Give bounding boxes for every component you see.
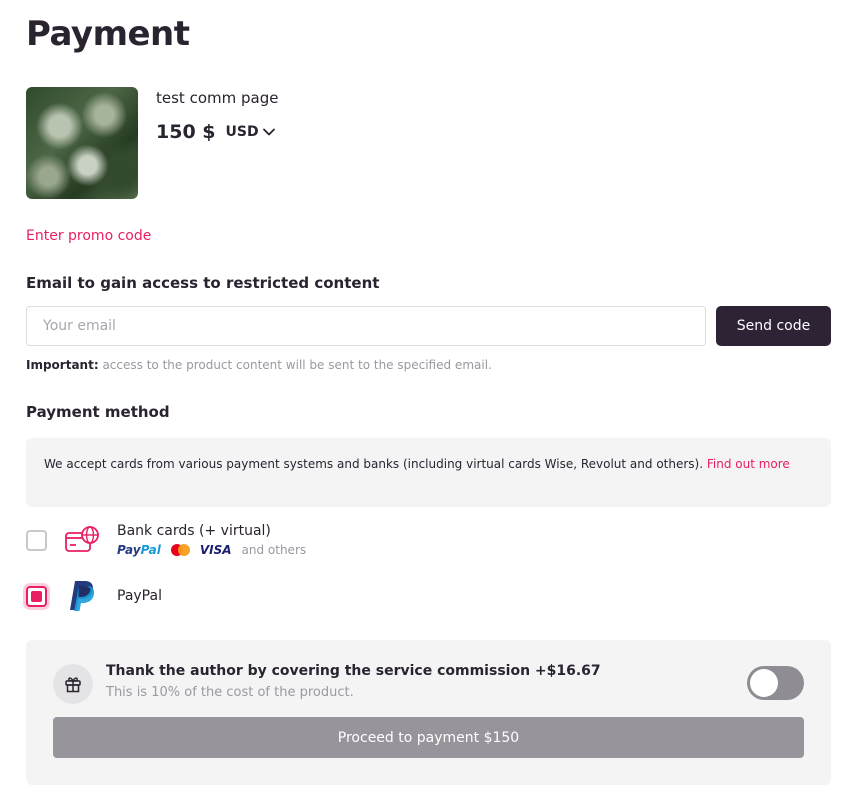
commission-panel: Thank the author by covering the service…	[26, 640, 831, 785]
bank-cards-checkbox[interactable]	[26, 529, 47, 551]
paypal-logo-pal: Pal	[140, 543, 161, 557]
page-title: Payment	[26, 14, 190, 54]
gift-icon	[53, 664, 93, 704]
method-bank-cards[interactable]: Bank cards (+ virtual) PayPal VISA and o…	[26, 522, 306, 558]
proceed-to-payment-button[interactable]: Proceed to payment $150	[53, 717, 804, 758]
paypal-icon	[64, 578, 100, 614]
visa-brand-logo: VISA	[199, 543, 232, 557]
payment-info-box: We accept cards from various payment sys…	[26, 438, 831, 507]
product-price: 150 $	[156, 121, 216, 143]
paypal-text: PayPal	[117, 588, 162, 604]
paypal-brand-logo: PayPal	[117, 543, 161, 557]
price-row: 150 $ USD	[156, 121, 278, 143]
currency-select[interactable]: USD	[226, 124, 275, 140]
toggle-knob	[750, 669, 778, 697]
note-text: access to the product content will be se…	[98, 358, 492, 372]
commission-toggle[interactable]	[747, 666, 804, 700]
email-input[interactable]	[26, 306, 706, 346]
currency-value: USD	[225, 124, 259, 140]
checkbox-fill	[31, 590, 42, 602]
commission-title: Thank the author by covering the service…	[106, 663, 601, 679]
payment-page: Payment test comm page 150 $ USD Enter p…	[0, 0, 849, 798]
product-name: test comm page	[156, 89, 279, 107]
paypal-checkbox[interactable]	[26, 585, 47, 607]
note-strong: Important:	[26, 358, 99, 372]
paypal-label: PayPal	[117, 588, 162, 604]
send-code-button[interactable]: Send code	[716, 306, 831, 346]
product-info: test comm page 150 $ USD	[156, 87, 278, 199]
paypal-logo-pay: Pay	[117, 543, 141, 557]
commission-subtitle: This is 10% of the cost of the product.	[106, 685, 354, 700]
mastercard-icon	[170, 544, 190, 556]
product-thumbnail	[26, 87, 138, 199]
chevron-down-icon	[262, 128, 275, 136]
method-paypal[interactable]: PayPal	[26, 578, 162, 614]
bank-cards-label: Bank cards (+ virtual)	[117, 523, 271, 539]
card-globe-icon	[64, 522, 100, 558]
payment-method-title: Payment method	[26, 403, 170, 421]
bank-cards-text: Bank cards (+ virtual) PayPal VISA and o…	[117, 523, 306, 557]
product-summary: test comm page 150 $ USD	[26, 87, 278, 199]
brands-others-text: and others	[241, 543, 307, 557]
email-note: Important: access to the product content…	[26, 358, 492, 372]
card-brands: PayPal VISA and others	[117, 543, 306, 557]
promo-code-link[interactable]: Enter promo code	[26, 228, 151, 244]
payment-info-text: We accept cards from various payment sys…	[44, 457, 707, 471]
email-label: Email to gain access to restricted conte…	[26, 274, 380, 292]
find-out-more-link[interactable]: Find out more	[707, 457, 790, 471]
